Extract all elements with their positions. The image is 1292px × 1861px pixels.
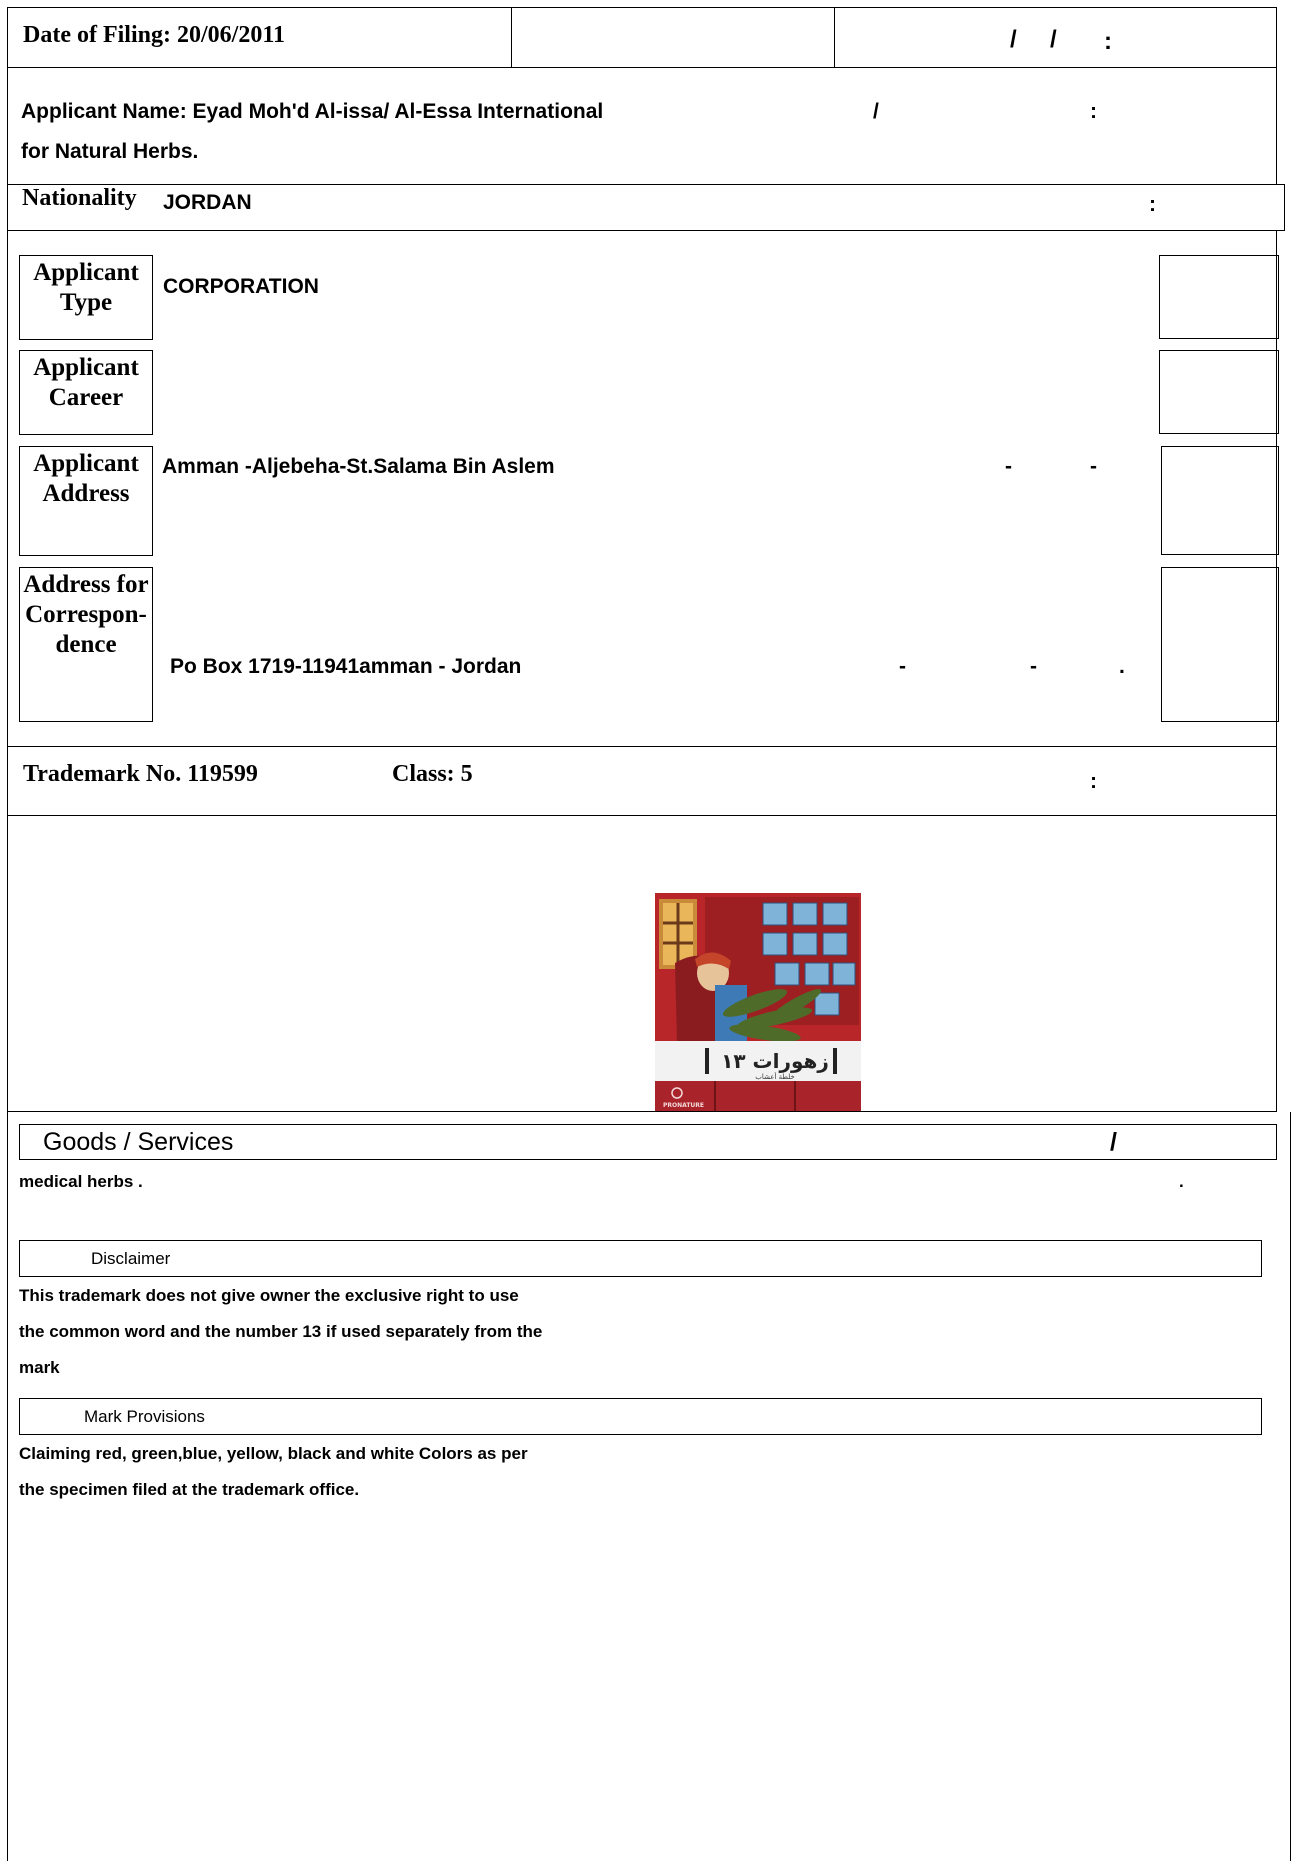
trademark-arabic-colon: : [1090,770,1097,793]
disclaimer-header: Disclaimer [91,1249,171,1268]
applicant-name-line-1: Applicant Name: Eyad Moh'd Al-issa/ Al-E… [21,100,603,124]
applicant-career-arabic-box [1159,350,1279,434]
applicant-name-arabic-slash: / [873,100,879,123]
applicant-name-right-border [1276,68,1277,184]
applicant-name-arabic-colon: : [1090,100,1097,123]
mark-brand-text: PRONATURE [663,1102,704,1109]
correspondence-label-2: Correspon- [25,601,147,628]
disclaimer-line-3: mark [19,1358,60,1377]
applicant-career-label-2: Career [48,384,124,411]
applicant-address-label-2: Address [42,480,130,507]
disclaimer-header-box [19,1240,1262,1277]
trademark-number-label: Trademark No. [23,761,182,787]
goods-header: Goods / Services [43,1128,234,1156]
nationality-value: JORDAN [163,191,252,214]
applicant-block-left-border [7,231,8,747]
filing-date: Date of Filing: 20/06/2011 [23,22,285,49]
mark-arabic-text: زهورات ١٣ [721,1049,829,1073]
applicant-career-label-1: Applicant [33,354,139,381]
applicant-address-arabic-mark-2: - [1090,455,1097,478]
provisions-line-1: Claiming red, green,blue, yellow, black … [19,1444,528,1463]
correspondence-label-1: Address for [23,571,149,598]
disclaimer-line-2: the common word and the number 13 if use… [19,1322,543,1341]
applicant-type-label-box: Applicant Type [19,255,153,340]
mark-image-section [7,816,1277,1112]
provisions-line-2: the specimen filed at the trademark offi… [19,1480,360,1499]
applicant-address-arabic-mark-1: - [1005,455,1012,478]
lower-left-border [7,1112,8,1861]
nationality-label: Nationality [22,185,137,211]
trademark-class-value: 5 [460,761,473,787]
filing-arabic-slashes: / / [1010,26,1057,53]
applicant-name-label: Applicant Name: [21,100,187,123]
applicant-type-value: CORPORATION [163,275,319,298]
applicant-name-value: Eyad Moh'd Al-issa/ Al-Essa Internationa… [192,100,604,123]
provisions-header-box [19,1398,1262,1435]
filing-date-label: Date of Filing: [23,22,171,48]
provisions-header: Mark Provisions [84,1407,205,1426]
applicant-name-line-2: for Natural Herbs. [21,140,199,163]
correspondence-arabic-mark-1: - [899,655,906,678]
filing-arabic-colon: : [1104,28,1112,55]
trademark-number-value: 119599 [187,761,258,787]
filing-divider-1 [511,7,512,68]
goods-header-arabic-slash: / [1110,1128,1117,1156]
trademark-mark-image: زهورات ١٣ خلطة أعشاب PRONATURE [655,893,861,1111]
correspondence-label-box: Address for Correspon- dence [19,567,153,722]
correspondence-arabic-mark-2: - [1030,655,1037,678]
trademark-class: Class: 5 [392,761,473,788]
goods-arabic-mark: . [1179,1172,1184,1191]
applicant-career-label-box: Applicant Career [19,350,153,435]
applicant-address-label-box: Applicant Address [19,446,153,556]
disclaimer-line-1: This trademark does not give owner the e… [19,1286,519,1305]
trademark-number: Trademark No. 119599 [23,761,258,788]
nationality-arabic-colon: : [1149,193,1156,216]
goods-value: medical herbs . [19,1172,143,1191]
correspondence-arabic-mark-3: . [1119,655,1125,678]
applicant-name-section [7,68,8,184]
mark-arabic-subtext: خلطة أعشاب [755,1072,794,1081]
applicant-type-arabic-box [1159,255,1279,339]
applicant-address-arabic-box [1161,446,1279,555]
lower-right-border [1290,1112,1291,1861]
applicant-type-label-2: Type [59,289,113,316]
applicant-address-label-1: Applicant [33,450,139,477]
correspondence-arabic-box [1161,567,1279,722]
trademark-class-label: Class: [392,761,455,787]
applicant-address-value: Amman -Aljebeha-St.Salama Bin Aslem [162,455,555,478]
filing-date-value: 20/06/2011 [176,22,285,48]
filing-divider-2 [834,7,835,68]
correspondence-value: Po Box 1719-11941amman - Jordan [170,655,522,678]
applicant-type-label-1: Applicant [33,259,139,286]
correspondence-label-3: dence [55,631,117,658]
